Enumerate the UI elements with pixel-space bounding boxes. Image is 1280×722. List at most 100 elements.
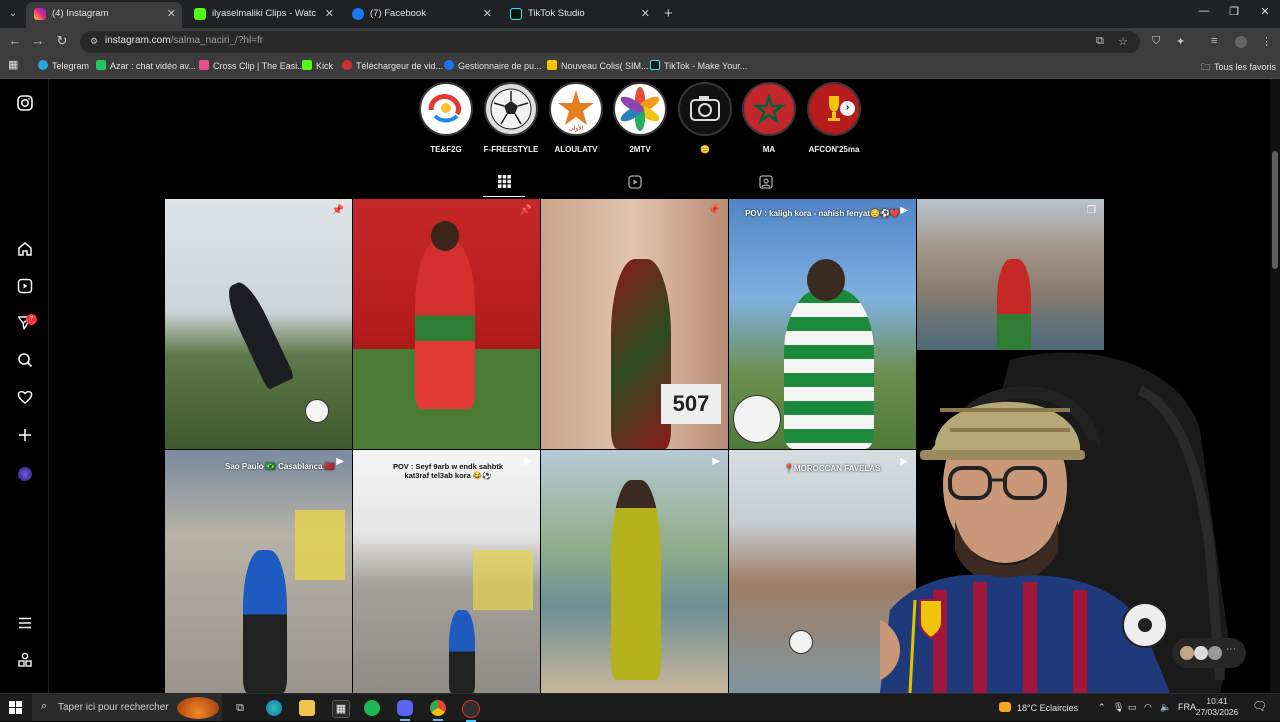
create-plus-icon[interactable] xyxy=(16,427,34,445)
post-tile[interactable]: POV : Seyf 9arb w endk sahbtk kat3raf te… xyxy=(353,450,540,693)
file-explorer-icon[interactable] xyxy=(299,700,315,716)
store-icon[interactable]: ▦ xyxy=(332,700,350,718)
chrome-icon[interactable] xyxy=(430,700,446,721)
bookmark-downloader[interactable]: Téléchargeur de vid... xyxy=(342,60,443,71)
scrollbar-thumb[interactable] xyxy=(1272,151,1278,269)
reload-icon[interactable]: ↻ xyxy=(53,33,71,49)
tagged-tab-icon[interactable] xyxy=(758,175,774,191)
search-icon[interactable] xyxy=(16,352,34,370)
post-tile[interactable]: 📌 xyxy=(353,199,540,449)
task-view-icon[interactable]: ⧉ xyxy=(232,700,248,716)
address-bar[interactable]: ⚙ instagram.com/salma_naciri_/?hl=fr ⧉ ☆ xyxy=(80,31,1140,53)
notifications-heart-icon[interactable] xyxy=(16,389,34,407)
close-tab-icon[interactable]: ✕ xyxy=(167,2,176,26)
post-tile[interactable]: 📌 xyxy=(165,199,352,449)
chrome-menu-icon[interactable]: ⋮ xyxy=(1261,35,1272,48)
network-icon[interactable]: ▭ xyxy=(1128,702,1137,713)
tray-chevron-icon[interactable]: ⌃ xyxy=(1098,702,1106,713)
tab-search-icon[interactable]: ⌄ xyxy=(5,6,21,22)
spotify-icon[interactable] xyxy=(364,700,380,716)
post-caption: 📍MOROCCAN FAVELAS xyxy=(784,464,881,473)
graffiti xyxy=(295,510,345,580)
post-tile[interactable]: 507 📌 xyxy=(541,199,728,449)
highlight-ma[interactable]: MA xyxy=(737,82,801,154)
profile-avatar-icon[interactable] xyxy=(1235,36,1247,48)
bookmark-ads-manager[interactable]: Gestionnaire de pu... xyxy=(444,60,542,71)
highlight-cover xyxy=(742,82,796,136)
tab-facebook[interactable]: (7) Facebook ✕ xyxy=(344,2,498,28)
taskbar-search-input[interactable]: ⌕ Taper ici pour rechercher xyxy=(32,694,222,721)
reel-icon: ▶ xyxy=(336,456,344,467)
shield-extension-icon[interactable]: ⛉ xyxy=(1152,35,1160,48)
bookmark-star-icon[interactable]: ☆ xyxy=(1118,35,1128,48)
close-tab-icon[interactable]: ✕ xyxy=(641,2,650,26)
site-info-icon[interactable]: ⚙ xyxy=(90,36,100,46)
highlight-f-freestyle[interactable]: F-FREESTYLE xyxy=(479,82,543,154)
person-figure xyxy=(611,480,661,680)
language-indicator[interactable]: FRA xyxy=(1178,702,1196,712)
back-icon[interactable]: ← xyxy=(6,33,24,48)
highlight-te-f2g[interactable]: TE&F2G xyxy=(414,82,478,154)
weather-widget[interactable]: 18°C Eclaircies xyxy=(999,702,1078,713)
obs-icon[interactable] xyxy=(462,700,480,722)
post-tile[interactable]: ▶ xyxy=(541,450,728,693)
telegram-icon xyxy=(38,60,48,70)
floating-avatars-pill[interactable]: ⋯ xyxy=(1172,638,1246,668)
forward-icon[interactable]: → xyxy=(29,33,47,48)
home-icon[interactable] xyxy=(16,241,34,259)
instagram-logo-icon[interactable] xyxy=(16,95,34,113)
bookmark-telegram[interactable]: Telegram xyxy=(38,60,89,71)
close-window-icon[interactable]: ✕ xyxy=(1250,5,1280,18)
post-tile[interactable]: ❐ xyxy=(917,199,1104,350)
edge-icon[interactable] xyxy=(266,700,282,716)
tab-kick-clips[interactable]: ilyaselmaliki Clips - Watch Live ✕ xyxy=(186,2,340,28)
reels-tab-icon[interactable] xyxy=(627,175,643,191)
clock[interactable]: 10:41 27/03/2026 xyxy=(1195,696,1239,718)
minimize-window-icon[interactable]: — xyxy=(1189,5,1219,17)
player-figure xyxy=(415,239,475,409)
posts-grid-tab-icon[interactable] xyxy=(496,175,512,191)
highlight-emoji[interactable]: 😑 xyxy=(673,82,737,154)
time: 10:41 xyxy=(1206,696,1228,706)
highlight-afcon25ma[interactable]: AFCON'25ma xyxy=(802,82,866,154)
wifi-icon[interactable]: ◠ xyxy=(1144,702,1152,713)
page-scrollbar[interactable] xyxy=(1270,79,1280,693)
more-apps-icon[interactable] xyxy=(16,652,34,670)
search-highlight-widget[interactable] xyxy=(177,697,219,719)
bookmark-azar[interactable]: Azar : chat vidéo av... xyxy=(96,60,196,71)
bookmark-colis[interactable]: Nouveau Colis( SIM... xyxy=(547,60,649,71)
tab-tiktok-studio[interactable]: TikTok Studio ✕ xyxy=(502,2,656,28)
all-bookmarks-folder[interactable]: 🗀 Tous les favoris xyxy=(1201,60,1276,76)
install-app-icon[interactable]: ⧉ xyxy=(1096,35,1104,48)
close-tab-icon[interactable]: ✕ xyxy=(325,2,334,26)
profile-avatar[interactable] xyxy=(16,465,34,483)
more-icon: ⋯ xyxy=(1226,644,1236,655)
post-caption: POV : kaligh kora - nahish fenyat😔⚽❤️ xyxy=(745,209,900,218)
extensions-icon[interactable]: ✦ xyxy=(1176,35,1185,48)
microphone-icon[interactable]: 🎙 xyxy=(1113,702,1124,713)
bookmark-crossclip[interactable]: Cross Clip | The Easi... xyxy=(199,60,305,71)
highlight-label: AFCON'25ma xyxy=(808,145,860,154)
highlight-aloulatv[interactable]: الأولى ALOULATV xyxy=(544,82,608,154)
apps-grid-icon[interactable]: ▦ xyxy=(8,58,18,71)
highlights-next-icon[interactable]: › xyxy=(840,101,855,116)
avatar xyxy=(1180,646,1194,660)
discord-icon[interactable] xyxy=(397,700,413,721)
messages-badge: 7 xyxy=(26,314,37,325)
reading-list-icon[interactable]: ≡ xyxy=(1211,35,1217,47)
tab-instagram[interactable]: (4) Instagram ✕ xyxy=(26,2,182,28)
restore-window-icon[interactable]: ❐ xyxy=(1219,5,1249,18)
close-tab-icon[interactable]: ✕ xyxy=(483,2,492,26)
volume-icon[interactable]: 🔈 xyxy=(1160,702,1171,713)
highlight-2mtv[interactable]: 2MTV xyxy=(608,82,672,154)
folder-icon: 🗀 xyxy=(1201,62,1211,72)
bookmark-kick[interactable]: Kick xyxy=(302,60,333,71)
new-tab-button[interactable]: + xyxy=(664,5,673,22)
player-figure xyxy=(243,550,287,693)
bookmark-tiktok[interactable]: TikTok - Make Your... xyxy=(650,60,747,71)
reels-icon[interactable] xyxy=(16,278,34,296)
windows-start-icon[interactable] xyxy=(9,701,22,717)
post-tile[interactable]: Sao Paulo 🇧🇷 Casablanca 🇲🇦 ▶ xyxy=(165,450,352,693)
notifications-icon[interactable]: 🗨 xyxy=(1252,699,1267,713)
menu-icon[interactable] xyxy=(16,615,34,633)
